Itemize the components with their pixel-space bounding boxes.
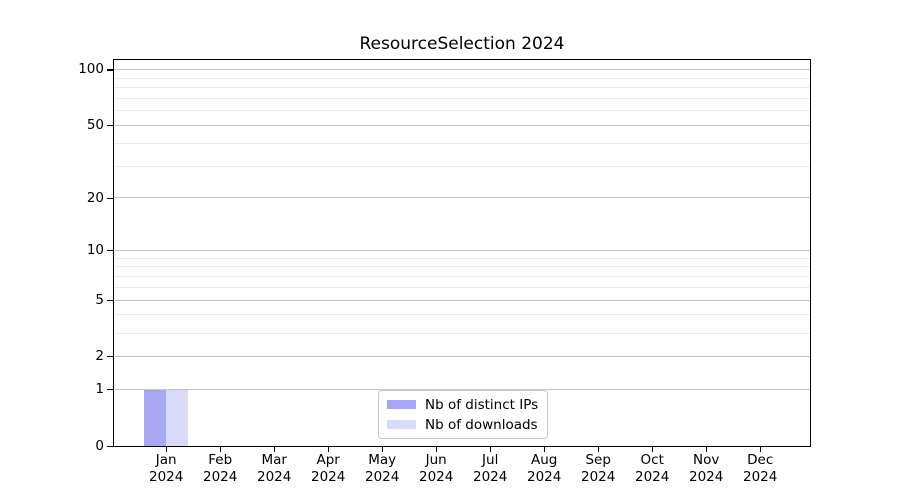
legend-label-downloads: Nb of downloads: [425, 416, 538, 434]
y-tick-1: [107, 389, 113, 390]
y-tick-2: [107, 356, 113, 357]
figure: ResourceSelection 2024 0125102050100Jan2…: [0, 0, 900, 500]
gridline-minor-7: [114, 276, 810, 277]
gridline-minor-80: [114, 87, 810, 88]
gridline-minor-60: [114, 110, 810, 111]
gridline-minor-6: [114, 287, 810, 288]
y-tick-0: [107, 446, 113, 447]
gridline-major-2: [114, 356, 810, 357]
legend-swatch-downloads: [387, 420, 416, 429]
y-tick-50: [107, 125, 113, 126]
y-tick-label-5: 5: [34, 291, 104, 309]
gridline-minor-4: [114, 314, 810, 315]
gridline-minor-40: [114, 143, 810, 144]
legend: Nb of distinct IPs Nb of downloads: [378, 390, 548, 439]
y-tick-100: [107, 69, 113, 70]
bar-nb-of-distinct-ips-jan: [144, 390, 166, 447]
y-tick-label-50: 50: [34, 116, 104, 134]
y-tick-label-0: 0: [34, 437, 104, 455]
y-tick-label-1: 1: [34, 380, 104, 398]
y-tick-label-10: 10: [34, 241, 104, 259]
gridline-major-10: [114, 250, 810, 251]
y-tick-label-20: 20: [34, 189, 104, 207]
x-tick-label-dec: Dec2024: [720, 452, 800, 485]
y-tick-label-2: 2: [34, 347, 104, 365]
y-tick-5: [107, 300, 113, 301]
gridline-minor-9: [114, 258, 810, 259]
y-tick-20: [107, 198, 113, 199]
y-tick-label-100: 100: [34, 60, 104, 78]
plot-area: [113, 59, 811, 447]
year-label: 2024: [720, 469, 800, 486]
month-label: Dec: [720, 452, 800, 469]
legend-label-distinct-ips: Nb of distinct IPs: [425, 396, 538, 414]
gridline-minor-8: [114, 266, 810, 267]
y-tick-10: [107, 250, 113, 251]
legend-item-downloads: Nb of downloads: [387, 415, 538, 434]
gridline-major-5: [114, 300, 810, 301]
gridline-minor-90: [114, 78, 810, 79]
gridline-minor-30: [114, 166, 810, 167]
gridline-minor-70: [114, 98, 810, 99]
gridline-major-50: [114, 125, 810, 126]
bar-nb-of-downloads-jan: [166, 390, 188, 447]
legend-swatch-distinct-ips: [387, 400, 416, 409]
gridline-major-100: [114, 69, 810, 70]
gridline-major-20: [114, 197, 810, 198]
chart-title: ResourceSelection 2024: [113, 34, 811, 54]
gridline-minor-3: [114, 333, 810, 334]
legend-item-distinct-ips: Nb of distinct IPs: [387, 395, 538, 414]
